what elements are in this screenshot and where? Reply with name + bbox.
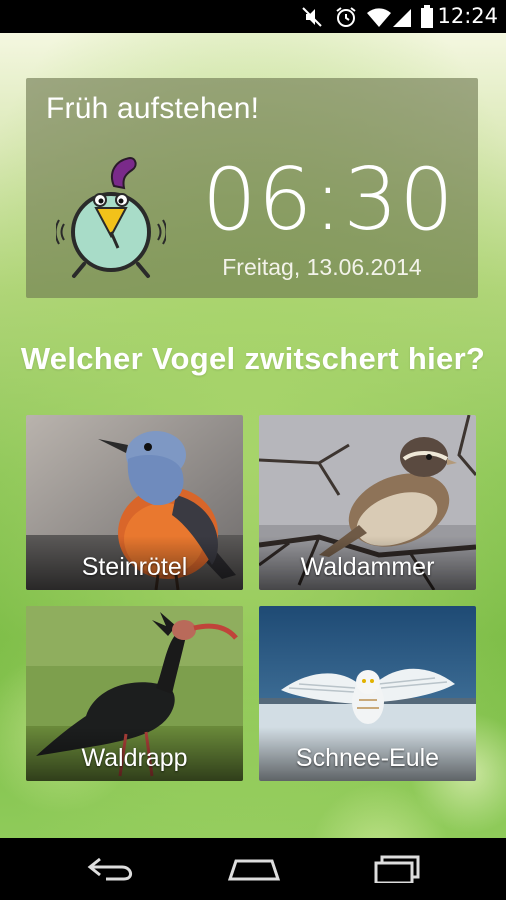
bird-option-steinroetel[interactable]: Steinrötel bbox=[26, 415, 243, 590]
alarm-title: Früh aufstehen! bbox=[46, 92, 260, 125]
navigation-bar bbox=[0, 838, 506, 900]
bird-option-label: Waldammer bbox=[300, 553, 435, 581]
recent-apps-icon[interactable] bbox=[372, 855, 422, 883]
bird-option-schnee-eule[interactable]: Schnee-Eule bbox=[259, 606, 476, 781]
app-screen: Früh aufstehen! 06:30 Freitag, 13.06.201… bbox=[0, 33, 506, 838]
mute-icon bbox=[302, 7, 322, 27]
alarm-date: Freitag, 13.06.2014 bbox=[222, 254, 422, 280]
bird-option-waldrapp[interactable]: Waldrapp bbox=[26, 606, 243, 781]
alarm-time: 06:30 bbox=[202, 150, 455, 250]
alarm-clock-mascot-icon bbox=[56, 156, 166, 278]
back-icon[interactable] bbox=[86, 855, 138, 883]
bird-option-label: Waldrapp bbox=[81, 744, 188, 772]
home-icon[interactable] bbox=[226, 855, 282, 883]
wifi-icon bbox=[367, 8, 391, 27]
alarm-card[interactable]: Früh aufstehen! 06:30 Freitag, 13.06.201… bbox=[26, 78, 478, 298]
bird-option-waldammer[interactable]: Waldammer bbox=[259, 415, 476, 590]
bird-option-label: Steinrötel bbox=[81, 553, 188, 581]
quiz-question: Welcher Vogel zwitschert hier? bbox=[20, 341, 486, 376]
alarm-clock-icon bbox=[336, 7, 356, 27]
signal-icon bbox=[393, 9, 411, 27]
status-time: 12:24 bbox=[437, 4, 498, 28]
battery-icon bbox=[421, 5, 433, 28]
bird-option-label: Schnee-Eule bbox=[295, 744, 440, 772]
status-bar: 12:24 bbox=[0, 0, 506, 33]
